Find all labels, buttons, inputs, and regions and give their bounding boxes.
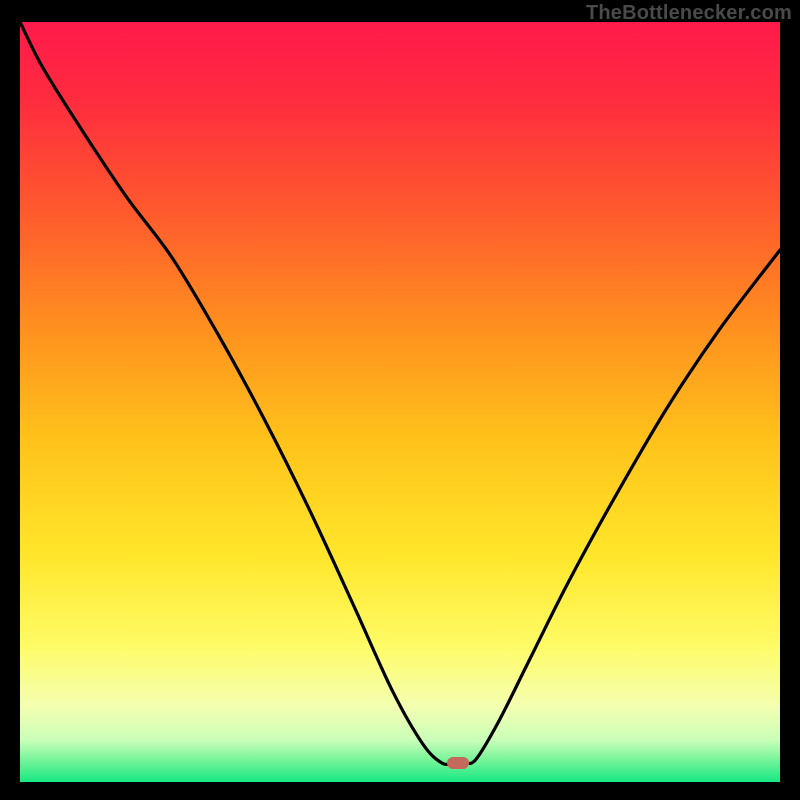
bottleneck-curve bbox=[20, 22, 780, 782]
attribution-label: TheBottlenecker.com bbox=[586, 2, 792, 25]
plot-area bbox=[20, 22, 780, 782]
optimal-point-marker bbox=[447, 757, 469, 769]
chart-frame: TheBottlenecker.com bbox=[0, 0, 800, 800]
